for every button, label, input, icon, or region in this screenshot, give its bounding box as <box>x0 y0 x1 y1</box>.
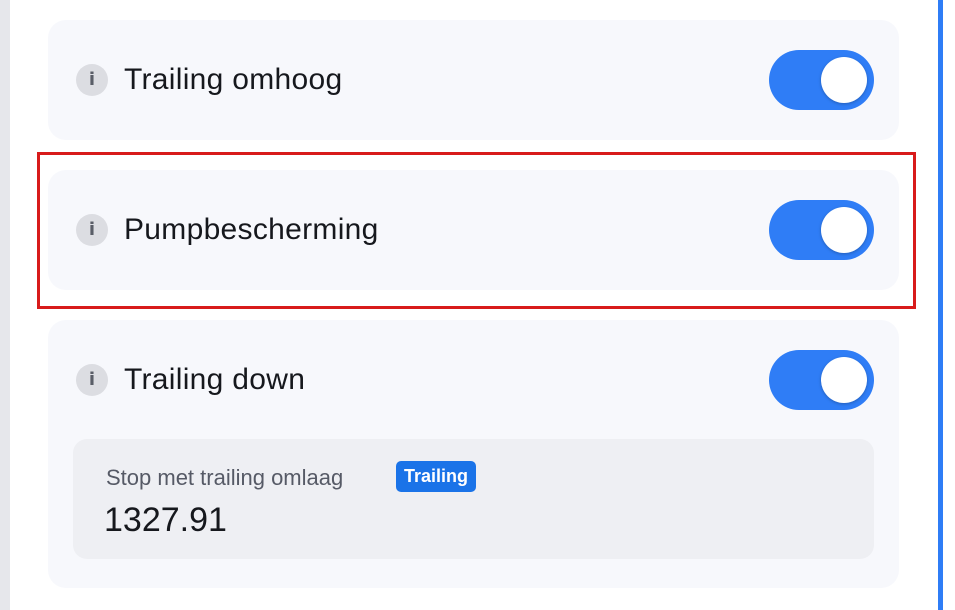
toggle-knob <box>821 357 867 403</box>
info-icon[interactable]: i <box>76 214 108 246</box>
setting-label: Pumpbescherming <box>124 213 379 246</box>
trailing-up-toggle[interactable] <box>769 50 874 110</box>
toggle-knob <box>821 57 867 103</box>
setting-row: i Trailing down <box>48 320 899 440</box>
toggle-knob <box>821 207 867 253</box>
setting-label: Trailing omhoog <box>124 63 343 96</box>
pump-protection-toggle[interactable] <box>769 200 874 260</box>
detail-label: Stop met trailing omlaag <box>106 465 344 490</box>
trailing-badge: Trailing <box>396 461 477 492</box>
setting-card-trailing-down: i Trailing down Stop met trailing omlaag… <box>48 320 899 588</box>
setting-label: Trailing down <box>124 363 306 396</box>
detail-value: 1327.91 <box>104 501 227 539</box>
right-edge <box>943 0 955 610</box>
setting-card-trailing-up: i Trailing omhoog <box>48 20 899 140</box>
trailing-down-detail[interactable]: Stop met trailing omlaag Trailing 1327.9… <box>73 439 874 559</box>
info-icon[interactable]: i <box>76 64 108 96</box>
trailing-down-toggle[interactable] <box>769 350 874 410</box>
setting-row: i Pumpbescherming <box>48 170 899 290</box>
info-icon[interactable]: i <box>76 364 108 396</box>
setting-card-pump-protection: i Pumpbescherming <box>48 170 899 290</box>
setting-row: i Trailing omhoog <box>48 20 899 140</box>
